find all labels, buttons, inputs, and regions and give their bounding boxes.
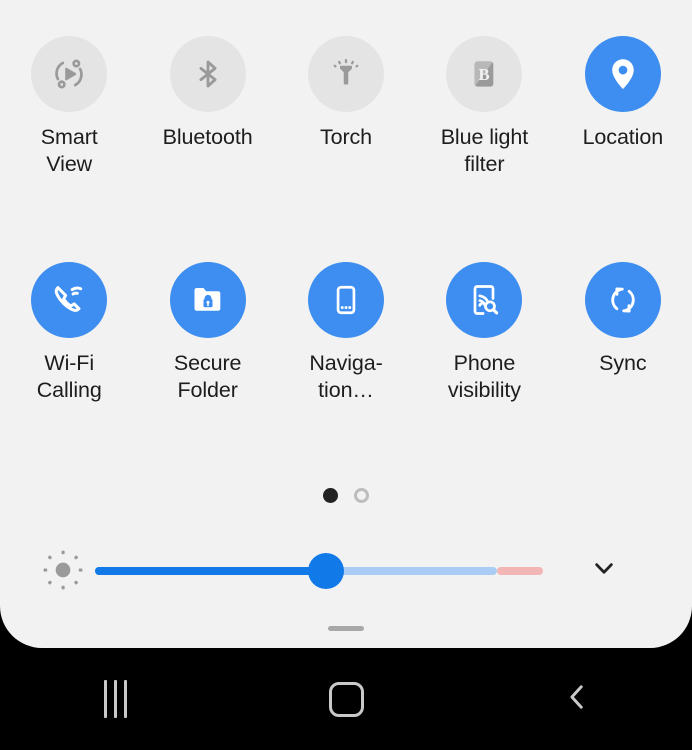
- tile-sync[interactable]: Sync: [554, 262, 692, 404]
- slider-thumb[interactable]: [308, 553, 344, 589]
- tile-smart-view[interactable]: Smart View: [0, 36, 138, 178]
- tile-icon-container[interactable]: [308, 36, 385, 112]
- chevron-down-icon: [588, 552, 620, 589]
- tile-label: Torch: [319, 125, 373, 149]
- page-dot-2[interactable]: [354, 488, 369, 503]
- slider-track-warning-zone: [497, 567, 543, 575]
- page-indicator[interactable]: [0, 488, 692, 503]
- tile-wifi-calling[interactable]: Wi-Fi Calling: [0, 262, 138, 404]
- bluetooth-icon: [191, 57, 225, 91]
- tile-label: Location: [582, 125, 664, 149]
- navigation-bar: [0, 648, 692, 750]
- page-dot-1[interactable]: [323, 488, 338, 503]
- expand-quick-settings-button[interactable]: [581, 547, 627, 593]
- tile-icon-container[interactable]: [584, 262, 661, 338]
- slider-track-fill: [95, 567, 323, 575]
- tile-label: Phone visibility: [447, 351, 521, 402]
- tile-bluetooth[interactable]: Bluetooth: [138, 36, 276, 178]
- brightness-slider[interactable]: [95, 542, 543, 598]
- navigation-bar-icon: [329, 283, 363, 317]
- tile-icon-container[interactable]: [308, 262, 385, 338]
- svg-text:B: B: [479, 65, 490, 84]
- nav-button-back[interactable]: [461, 648, 692, 750]
- quick-settings-row-2: Wi-Fi Calling Secure Folder Naviga- tion…: [0, 262, 692, 404]
- torch-icon: [329, 57, 363, 91]
- tile-icon-container[interactable]: [169, 36, 246, 112]
- tile-phone-visibility[interactable]: Phone visibility: [415, 262, 553, 404]
- home-icon: [328, 681, 364, 717]
- tile-icon-container[interactable]: [584, 36, 661, 112]
- brightness-row: [0, 542, 692, 598]
- tile-secure-folder[interactable]: Secure Folder: [138, 262, 276, 404]
- tile-label: Secure Folder: [173, 351, 242, 402]
- tile-label: Smart View: [40, 125, 98, 176]
- panel-drag-handle[interactable]: [328, 626, 364, 631]
- sync-icon: [605, 282, 641, 318]
- tile-label: Sync: [599, 351, 647, 375]
- quick-settings-panel: Smart View Bluetooth Torch B Blue light …: [0, 0, 692, 648]
- quick-settings-row-1: Smart View Bluetooth Torch B Blue light …: [0, 36, 692, 178]
- tile-torch[interactable]: Torch: [277, 36, 415, 178]
- nav-button-home[interactable]: [231, 648, 462, 750]
- brightness-sun-icon: [33, 548, 93, 592]
- nav-button-recents[interactable]: [0, 648, 231, 750]
- tile-icon-container[interactable]: [446, 262, 523, 338]
- back-chevron-icon: [560, 680, 594, 719]
- tile-label: Wi-Fi Calling: [36, 351, 102, 402]
- tile-icon-container[interactable]: B: [446, 36, 523, 112]
- tile-label: Blue light filter: [440, 125, 529, 176]
- tile-icon-container[interactable]: [31, 262, 108, 338]
- tile-blue-light-filter[interactable]: B Blue light filter: [415, 36, 553, 178]
- location-pin-icon: [605, 56, 641, 92]
- screen: Smart View Bluetooth Torch B Blue light …: [0, 0, 692, 750]
- tile-location[interactable]: Location: [554, 36, 692, 178]
- tile-label: Bluetooth: [162, 125, 253, 149]
- tile-label: Naviga-tion…: [309, 351, 383, 402]
- tile-icon-container[interactable]: [31, 36, 108, 112]
- tile-navigation[interactable]: Naviga-tion…: [277, 262, 415, 404]
- secure-folder-icon: [190, 282, 226, 318]
- smart-view-icon: [50, 55, 88, 93]
- recents-icon: [103, 680, 127, 718]
- tile-icon-container[interactable]: [169, 262, 246, 338]
- blue-light-filter-icon: B: [468, 58, 500, 90]
- wifi-calling-icon: [50, 281, 88, 319]
- phone-visibility-icon: [466, 282, 502, 318]
